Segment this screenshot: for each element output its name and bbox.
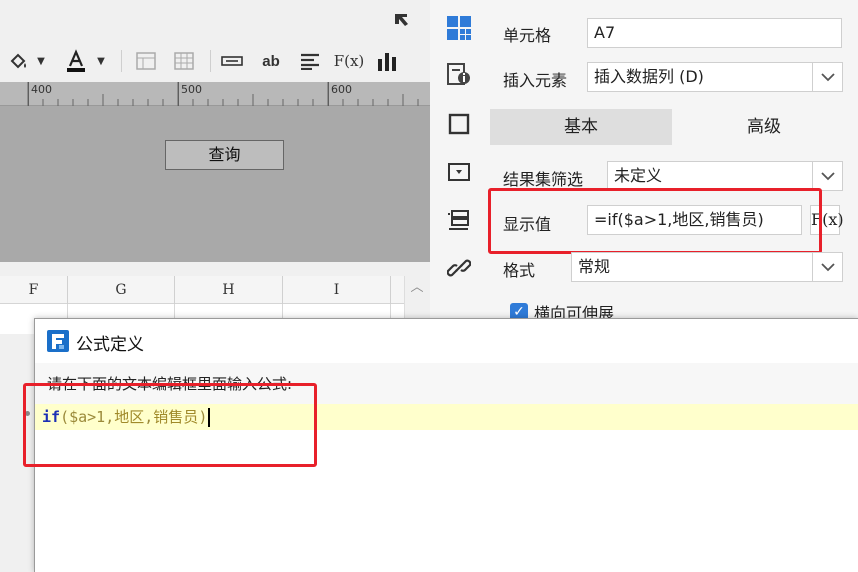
ruler-minor-ticks bbox=[27, 82, 419, 106]
format-label: 格式 bbox=[503, 261, 536, 280]
chevron-down-icon[interactable]: ▼ bbox=[34, 48, 48, 74]
chevron-down-icon[interactable] bbox=[813, 252, 843, 282]
scroll-up-icon[interactable]: ︿ bbox=[407, 278, 427, 298]
insert-element-label: 插入元素 bbox=[503, 71, 568, 90]
cell-properties-icon[interactable] bbox=[443, 12, 475, 44]
cell-input[interactable]: A7 bbox=[587, 18, 842, 48]
highlight-box bbox=[488, 188, 822, 254]
tab-basic[interactable]: 基本 bbox=[490, 109, 672, 145]
parameter-canvas bbox=[0, 106, 430, 262]
sheet-separator bbox=[0, 262, 430, 276]
format-toolbar: ▼ ▼ ab F(x) bbox=[0, 40, 430, 82]
frame-icon[interactable] bbox=[443, 108, 475, 140]
popup-icon[interactable] bbox=[443, 156, 475, 188]
ruler: 400 500 600 bbox=[0, 82, 430, 106]
format-select[interactable]: 常规 bbox=[571, 252, 813, 282]
border-icon[interactable] bbox=[133, 48, 159, 74]
column-header-h[interactable]: H bbox=[175, 276, 283, 304]
dialog-title: 公式定义 bbox=[76, 335, 144, 355]
column-header-f[interactable]: F bbox=[0, 276, 68, 304]
filter-select[interactable]: 未定义 bbox=[607, 161, 813, 191]
align-icon[interactable] bbox=[297, 48, 323, 74]
filter-label: 结果集筛选 bbox=[503, 170, 584, 189]
dialog-titlebar[interactable] bbox=[35, 319, 858, 363]
chevron-down-icon[interactable]: ▼ bbox=[94, 48, 108, 74]
fill-color-icon[interactable] bbox=[6, 48, 32, 74]
column-header-row: F G H I bbox=[0, 276, 404, 304]
formula-icon[interactable]: F(x) bbox=[333, 48, 365, 74]
column-header-g[interactable]: G bbox=[68, 276, 175, 304]
top-strip bbox=[0, 0, 430, 40]
insert-element-select[interactable]: 插入数据列 (D) bbox=[587, 62, 813, 92]
chevron-down-icon[interactable] bbox=[813, 161, 843, 191]
app-logo-icon bbox=[47, 330, 69, 352]
toolbar-divider bbox=[121, 50, 122, 72]
bar-chart-icon[interactable] bbox=[373, 48, 401, 74]
column-header-i[interactable]: I bbox=[283, 276, 391, 304]
toolbar-divider bbox=[210, 50, 211, 72]
font-color-icon[interactable] bbox=[62, 48, 90, 74]
text-field-icon[interactable] bbox=[219, 48, 245, 74]
tab-advanced[interactable]: 高级 bbox=[672, 109, 856, 145]
chevron-down-icon[interactable] bbox=[813, 62, 843, 92]
hyperlink-icon[interactable] bbox=[443, 252, 475, 284]
collapse-panel-icon[interactable] bbox=[392, 12, 412, 30]
widget-info-icon[interactable] bbox=[443, 58, 475, 90]
condition-attribute-icon[interactable] bbox=[443, 205, 475, 237]
query-button[interactable]: 查询 bbox=[165, 140, 284, 170]
highlight-box bbox=[23, 383, 317, 467]
merge-cells-icon[interactable] bbox=[171, 48, 197, 74]
cell-label: 单元格 bbox=[503, 26, 552, 45]
text-style-icon[interactable]: ab bbox=[257, 48, 285, 74]
